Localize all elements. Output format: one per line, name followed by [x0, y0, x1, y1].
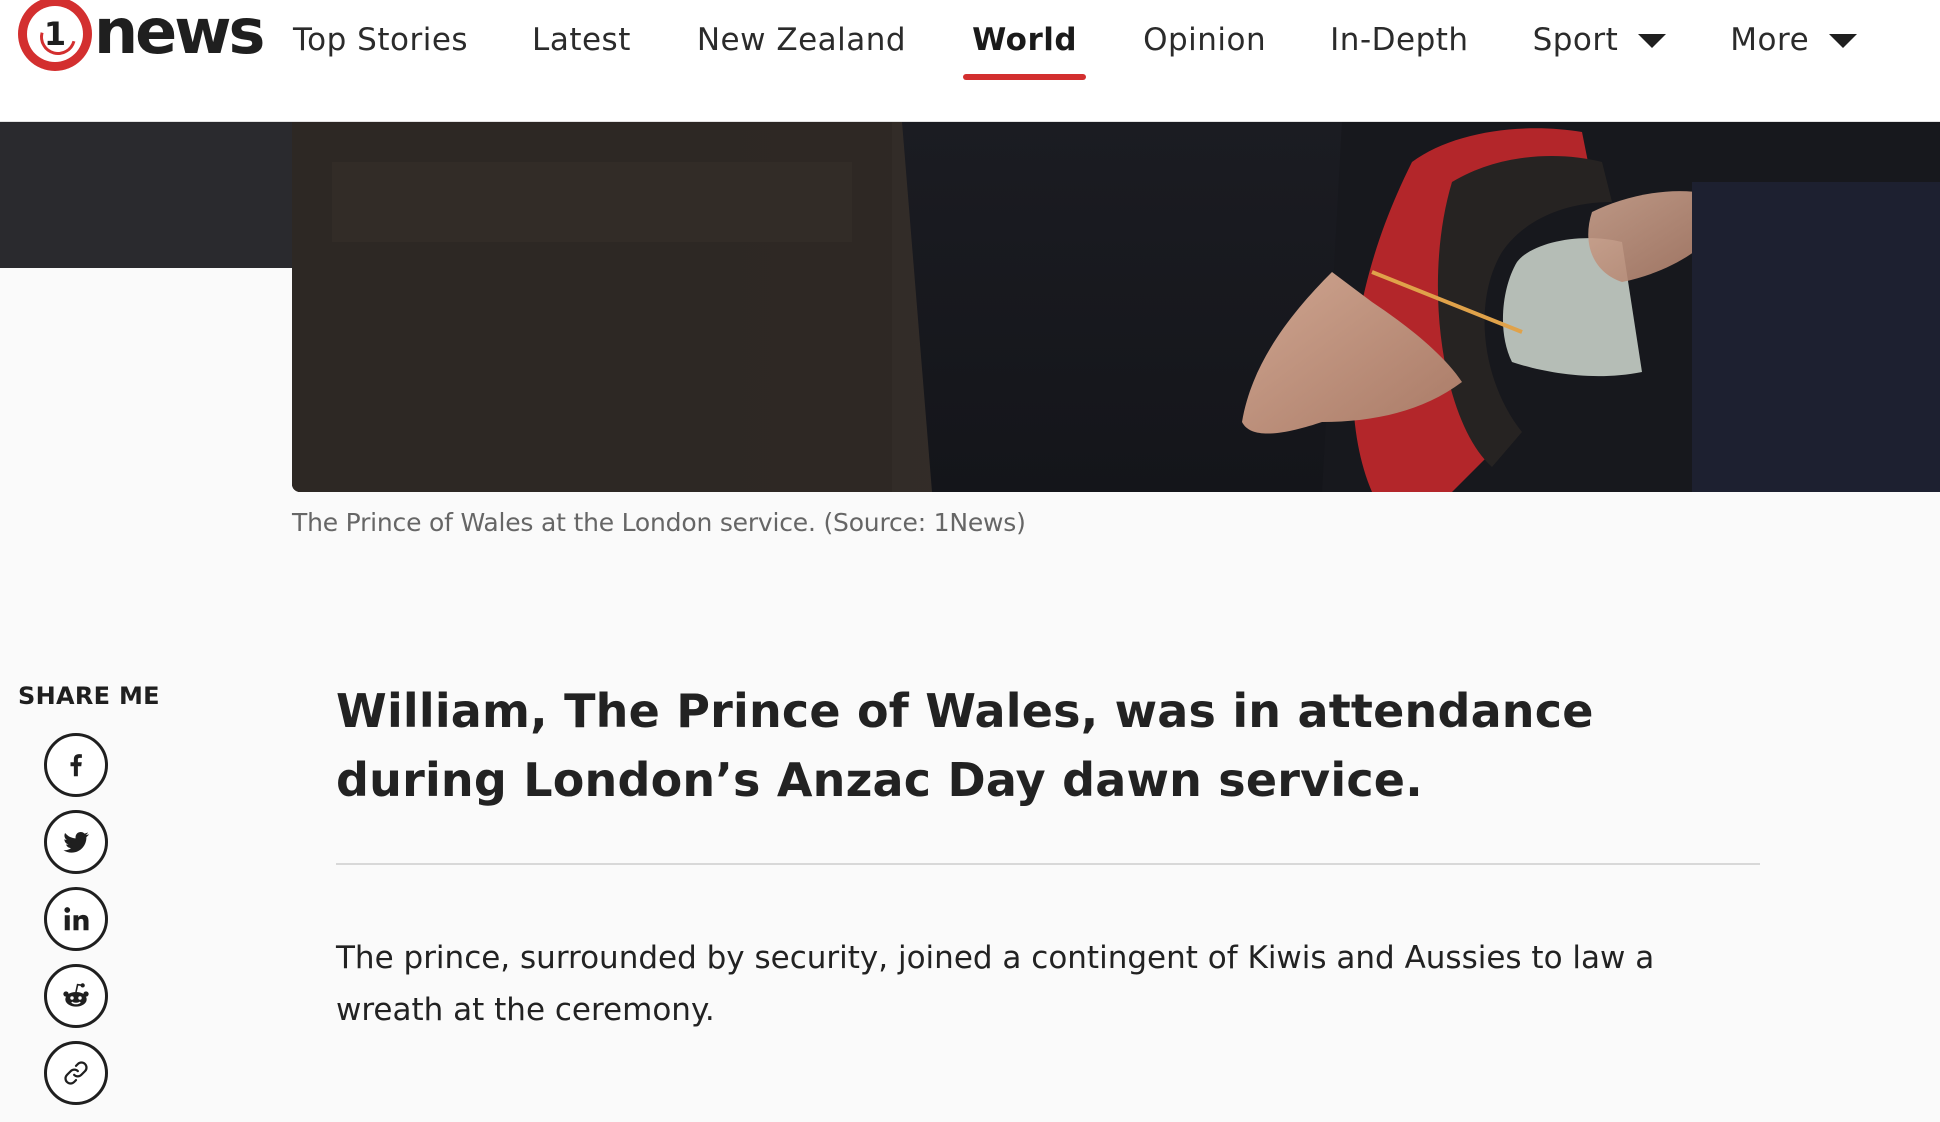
nav-item-label: More	[1730, 22, 1810, 58]
nav-item-label: In-Depth	[1330, 22, 1469, 58]
share-copy-link-button[interactable]	[44, 1041, 108, 1105]
nav-item-label: New Zealand	[696, 22, 907, 58]
logo-wordmark: news	[94, 0, 265, 68]
nav-item-opinion[interactable]: Opinion	[1143, 0, 1266, 80]
nav-item-more[interactable]: More	[1730, 0, 1858, 80]
share-facebook-button[interactable]	[44, 733, 108, 797]
nav-item-top-stories[interactable]: Top Stories	[293, 0, 468, 80]
reddit-icon	[63, 983, 89, 1007]
chevron-down-icon	[1638, 34, 1667, 48]
nav-item-new-zealand[interactable]: New Zealand	[697, 0, 906, 80]
share-twitter-button[interactable]	[44, 810, 108, 874]
article-body: William, The Prince of Wales, was in att…	[336, 677, 1760, 1036]
share-list	[44, 733, 110, 1118]
nav-item-label: Latest	[532, 22, 631, 58]
hero-caption: The Prince of Wales at the London servic…	[292, 508, 1026, 537]
hero-image	[292, 122, 1940, 492]
share-linkedin-button[interactable]	[44, 887, 108, 951]
nav-item-sport[interactable]: Sport	[1533, 0, 1667, 80]
article-headline: William, The Prince of Wales, was in att…	[336, 684, 1594, 807]
site-header: 1 news Top Stories Latest New Zealand Wo…	[0, 0, 1940, 122]
nav-item-latest[interactable]: Latest	[532, 0, 631, 80]
facebook-icon	[70, 754, 82, 777]
headline-divider	[336, 863, 1760, 865]
main-nav: Top Stories Latest New Zealand World Opi…	[293, 0, 1858, 80]
logo-ring-icon: 1	[18, 0, 92, 71]
logo-number: 1	[43, 15, 67, 53]
linkedin-icon	[64, 907, 89, 931]
hero-dark-band	[0, 122, 300, 268]
hero-photo-illustration	[292, 122, 1940, 492]
nav-item-label: Sport	[1532, 22, 1619, 58]
link-icon	[64, 1061, 88, 1085]
nav-item-in-depth[interactable]: In-Depth	[1330, 0, 1468, 80]
chevron-down-icon	[1829, 34, 1858, 48]
article-paragraph: The prince, surrounded by security, join…	[336, 940, 1655, 1028]
nav-item-label: Top Stories	[293, 22, 469, 58]
share-title: SHARE ME	[18, 682, 160, 710]
nav-item-label: World	[972, 22, 1078, 58]
twitter-icon	[63, 831, 89, 853]
1news-logo[interactable]: 1 news	[18, 0, 265, 74]
nav-item-world[interactable]: World	[963, 0, 1087, 80]
share-reddit-button[interactable]	[44, 964, 108, 1028]
nav-item-label: Opinion	[1143, 22, 1267, 58]
